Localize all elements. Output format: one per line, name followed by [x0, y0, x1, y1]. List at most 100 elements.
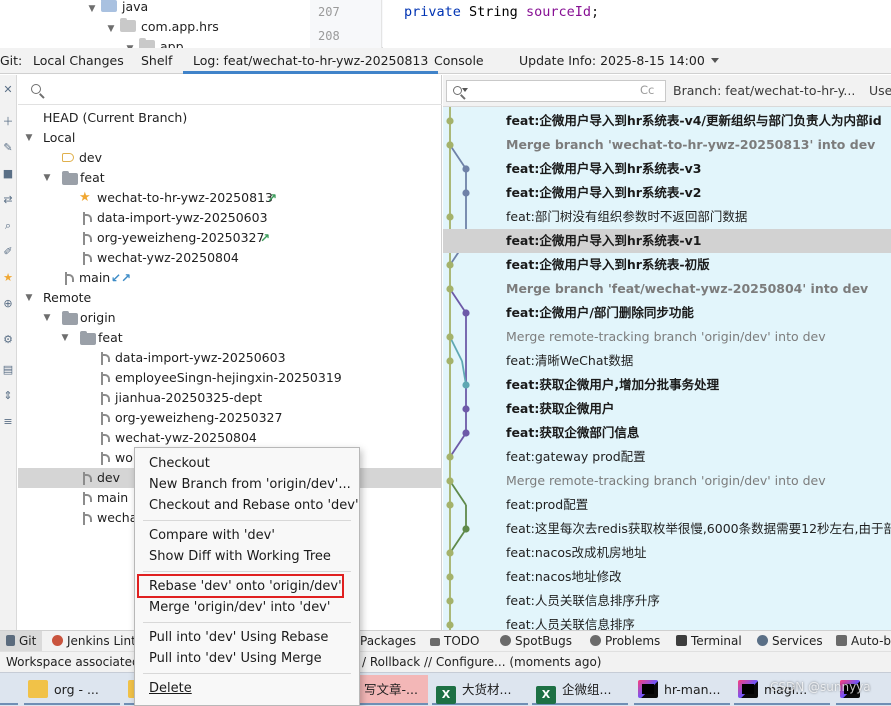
branch-icon	[99, 372, 110, 385]
delete-icon[interactable]: ■	[1, 167, 15, 181]
commit-row[interactable]: Merge remote-tracking branch 'origin/dev…	[443, 325, 891, 349]
branch-head[interactable]: HEAD (Current Branch)	[18, 108, 442, 128]
branch-item[interactable]: wechat-ywz-20250804	[18, 248, 442, 268]
commit-row[interactable]: feat:企微用户导入到hr系统表-初版	[443, 253, 891, 277]
commit-row[interactable]: feat:这里每次去redis获取枚举很慢,6000条数据需要12秒左右,由于部…	[443, 517, 891, 541]
tab-local-changes[interactable]: Local Changes	[33, 48, 124, 74]
expand-icon[interactable]: ⇕	[1, 389, 15, 403]
menu-item-checkout[interactable]: Checkout	[149, 453, 210, 474]
branch-group-local[interactable]: ▼ Local	[18, 128, 442, 148]
taskbar-item-excel-2[interactable]: X 企微组...	[532, 675, 628, 705]
chevron-down-icon[interactable]: ▼	[59, 328, 71, 348]
tool-window-auto-build[interactable]: Auto-b	[836, 631, 891, 652]
taskbar-item-browser[interactable]: 写文章-...	[360, 675, 428, 705]
tab-shelf[interactable]: Shelf	[141, 48, 172, 74]
collapse-all-icon[interactable]: ≡	[1, 415, 15, 429]
gear-icon[interactable]: ⚙	[1, 333, 15, 347]
branch-item[interactable]: employeeSingn-hejingxin-20250319	[18, 368, 442, 388]
branch-local-dev[interactable]: dev	[18, 148, 442, 168]
match-case-toggle[interactable]: Cc	[640, 83, 654, 97]
chevron-down-icon[interactable]: ▼	[41, 168, 53, 188]
branch-item[interactable]: data-import-ywz-20250603	[18, 208, 442, 228]
tool-window-todo[interactable]: TODO	[430, 631, 479, 652]
commit-row[interactable]: feat:人员关联信息排序	[443, 613, 891, 630]
taskbar-item-folder[interactable]: org - ...	[24, 675, 120, 705]
commit-row[interactable]: feat:企微用户导入到hr系统表-v2	[443, 181, 891, 205]
tool-window-git[interactable]: Git	[0, 631, 43, 652]
commit-row[interactable]: Merge branch 'wechat-to-hr-ywz-20250813'…	[443, 133, 891, 157]
tool-window-packages[interactable]: Packages	[360, 631, 416, 652]
branch-item[interactable]: wechat-ywz-20250804	[18, 428, 442, 448]
branch-item[interactable]: org-yeweizheng-20250327 ↗	[18, 228, 442, 248]
status-message-right[interactable]: / Rollback // Configure... (moments ago)	[362, 652, 601, 673]
tab-log[interactable]: Log: feat/wechat-to-hr-ywz-20250813	[183, 48, 439, 74]
commit-row[interactable]: feat:nacos改成机房地址	[443, 541, 891, 565]
tab-update-info[interactable]: Update Info: 2025-8-15 14:00	[519, 48, 719, 74]
tree-node-subpackage[interactable]: ▼app	[124, 37, 184, 48]
tree-node-java[interactable]: ▼ java	[86, 0, 148, 17]
branch-filter-dropdown[interactable]: Branch: feat/wechat-to-hr-y...	[673, 83, 855, 98]
tool-window-services[interactable]: Services	[757, 631, 823, 652]
group-icon[interactable]: ▤	[1, 363, 15, 377]
branch-remote-origin[interactable]: ▼ origin	[18, 308, 442, 328]
branch-local-main[interactable]: main ↙↗	[18, 268, 442, 288]
commit-row[interactable]: feat:获取企微部门信息	[443, 421, 891, 445]
pencil-icon[interactable]: ✐	[1, 245, 15, 259]
branch-search[interactable]	[18, 75, 442, 105]
tree-node-package[interactable]: ▼ com.app.hrs	[105, 17, 219, 37]
commit-row[interactable]: feat:nacos地址修改	[443, 565, 891, 589]
chevron-down-icon[interactable]	[462, 88, 468, 92]
chevron-down-icon[interactable]: ▼	[23, 128, 35, 148]
commit-row[interactable]: Merge branch 'feat/wechat-ywz-20250804' …	[443, 277, 891, 301]
branch-item[interactable]: org-yeweizheng-20250327	[18, 408, 442, 428]
taskbar-item-excel-1[interactable]: X 大货材...	[432, 675, 528, 705]
tool-window-problems[interactable]: Problems	[590, 631, 660, 652]
branch-item[interactable]: data-import-ywz-20250603	[18, 348, 442, 368]
menu-item-checkout-rebase[interactable]: Checkout and Rebase onto 'dev'	[149, 495, 359, 516]
menu-item-pull-merge[interactable]: Pull into 'dev' Using Merge	[149, 648, 322, 669]
star-icon[interactable]: ★	[1, 271, 15, 285]
chevron-down-icon[interactable]: ▼	[23, 288, 35, 308]
branch-folder-origin-feat[interactable]: ▼ feat	[18, 328, 442, 348]
tool-window-terminal[interactable]: Terminal	[676, 631, 742, 652]
commit-row[interactable]: feat:获取企微用户	[443, 397, 891, 421]
chevron-down-icon[interactable]: ▼	[86, 0, 98, 19]
menu-item-delete[interactable]: Delete	[149, 678, 192, 699]
menu-item-new-branch[interactable]: New Branch from 'origin/dev'...	[149, 474, 351, 495]
commit-row[interactable]: feat:企微用户导入到hr系统表-v1	[443, 229, 891, 253]
user-filter-dropdown[interactable]: Use	[869, 83, 891, 98]
branch-folder-feat[interactable]: ▼ feat	[18, 168, 442, 188]
commit-row[interactable]: feat:gateway prod配置	[443, 445, 891, 469]
chevron-down-icon[interactable]: ▼	[41, 308, 53, 328]
commit-row[interactable]: feat:部门树没有组织参数时不返回部门数据	[443, 205, 891, 229]
tool-window-jenkins[interactable]: Jenkins Linte	[52, 631, 143, 652]
search-icon[interactable]: ⌕	[1, 219, 15, 233]
menu-item-compare[interactable]: Compare with 'dev'	[149, 525, 275, 546]
log-search-input[interactable]: Cc	[446, 80, 666, 102]
commit-row[interactable]: feat:清晰WeChat数据	[443, 349, 891, 373]
chevron-down-icon[interactable]: ▼	[124, 39, 136, 48]
branch-item[interactable]: ★ wechat-to-hr-ywz-20250813 ↗	[18, 188, 442, 208]
commit-row[interactable]: feat:企微用户导入到hr系统表-v4/更新组织与部门负责人为内部id	[443, 109, 891, 133]
tool-window-spotbugs[interactable]: SpotBugs	[500, 631, 572, 652]
commit-row[interactable]: feat:企微用户导入到hr系统表-v3	[443, 157, 891, 181]
taskbar-item-idea-1[interactable]: hr-man...	[634, 675, 730, 705]
commit-row[interactable]: feat:企微用户/部门删除同步功能	[443, 301, 891, 325]
tab-console[interactable]: Console	[434, 48, 484, 74]
branch-group-remote[interactable]: ▼ Remote	[18, 288, 442, 308]
commit-row[interactable]: feat:获取企微用户,增加分批事务处理	[443, 373, 891, 397]
branch-item[interactable]: jianhua-20250325-dept	[18, 388, 442, 408]
edit-icon[interactable]: ✎	[1, 141, 15, 155]
menu-item-pull-rebase[interactable]: Pull into 'dev' Using Rebase	[149, 627, 328, 648]
fetch-icon[interactable]: ⇄	[1, 193, 15, 207]
chevron-down-icon[interactable]: ▼	[105, 19, 117, 39]
menu-item-merge[interactable]: Merge 'origin/dev' into 'dev'	[149, 597, 330, 618]
commit-row[interactable]: feat:prod配置	[443, 493, 891, 517]
compare-icon[interactable]: ⊕	[1, 297, 15, 311]
menu-item-show-diff[interactable]: Show Diff with Working Tree	[149, 546, 331, 567]
collapse-icon[interactable]: ✕	[1, 83, 15, 97]
commit-row[interactable]: Merge remote-tracking branch 'origin/dev…	[443, 469, 891, 493]
add-icon[interactable]: ＋	[1, 115, 15, 129]
commit-row[interactable]: feat:人员关联信息排序升序	[443, 589, 891, 613]
code-editor[interactable]: private String sourceId;	[383, 0, 891, 48]
